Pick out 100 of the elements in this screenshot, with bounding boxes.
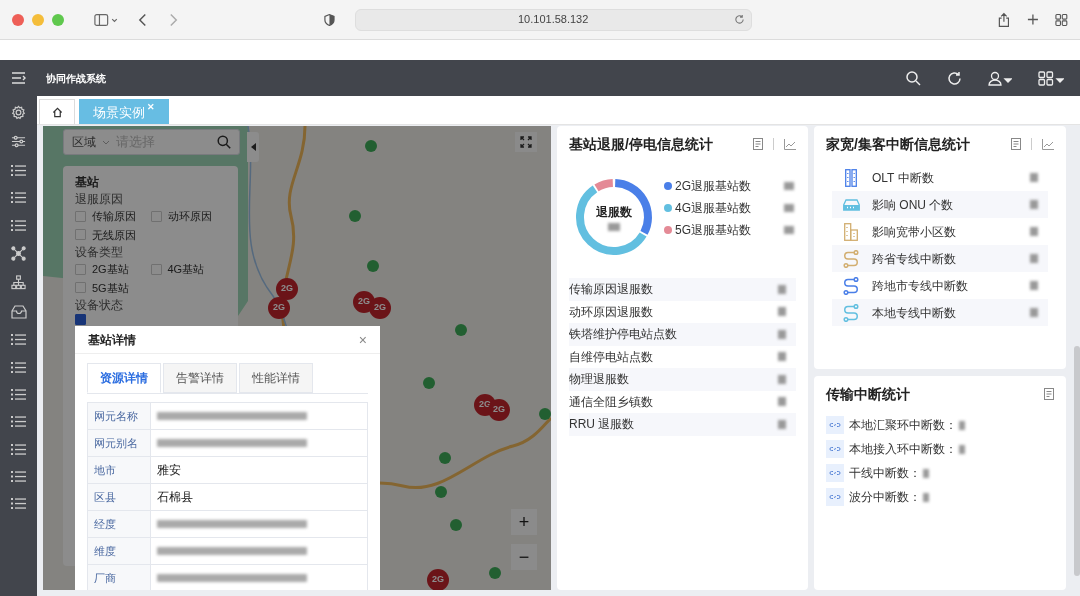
stat-label: 影响 ONU 个数 bbox=[872, 196, 954, 214]
fullscreen-button[interactable] bbox=[515, 132, 537, 152]
dialog-tab[interactable]: 资源详情 bbox=[87, 363, 161, 393]
document-icon[interactable] bbox=[753, 138, 763, 150]
tab-overview-icon[interactable] bbox=[1055, 12, 1068, 27]
home-tab[interactable] bbox=[39, 99, 75, 124]
hierarchy-icon[interactable] bbox=[11, 275, 26, 291]
list-icon[interactable] bbox=[11, 191, 26, 205]
detail-label: 维度 bbox=[88, 538, 151, 564]
sliders-icon[interactable] bbox=[11, 134, 26, 150]
redacted-value bbox=[778, 374, 786, 384]
document-icon[interactable] bbox=[1044, 388, 1054, 400]
redacted-value bbox=[1030, 227, 1038, 236]
legend-label: 5G退服基站数 bbox=[675, 222, 751, 239]
stat-label: 跨省专线中断数 bbox=[872, 250, 956, 268]
search-icon[interactable] bbox=[217, 135, 231, 149]
app-title: 协同作战系统 bbox=[46, 71, 106, 86]
redacted-value bbox=[1030, 308, 1038, 317]
sidebar-toggle-icon[interactable] bbox=[94, 12, 118, 27]
share-icon[interactable] bbox=[997, 11, 1010, 28]
list-icon[interactable] bbox=[11, 218, 26, 232]
filter-group-title: 设备类型 bbox=[75, 244, 124, 261]
dialog-tab[interactable]: 告警详情 bbox=[163, 363, 237, 393]
redacted-value bbox=[784, 182, 794, 190]
filter-checkbox[interactable]: 4G基站 bbox=[150, 261, 226, 278]
close-button[interactable]: × bbox=[358, 332, 367, 347]
redacted-value bbox=[1030, 281, 1038, 290]
chevron-down-icon bbox=[102, 139, 110, 145]
redacted-value bbox=[923, 468, 929, 478]
list-icon[interactable] bbox=[11, 470, 26, 484]
map-marker[interactable]: 2G bbox=[276, 278, 298, 300]
home-icon bbox=[51, 106, 63, 118]
stat-label: 波分中断数： bbox=[849, 489, 921, 506]
dialog-tab[interactable]: 性能详情 bbox=[239, 363, 313, 393]
redacted-value bbox=[778, 419, 786, 429]
filter-checkbox[interactable]: 无线原因 bbox=[75, 226, 151, 243]
card-title: 传输中断统计 bbox=[826, 384, 910, 404]
filter-group-title: 退服原因 bbox=[75, 191, 124, 208]
list-icon[interactable] bbox=[11, 163, 26, 177]
list-icon[interactable] bbox=[11, 442, 26, 456]
new-tab-icon[interactable] bbox=[1027, 13, 1040, 26]
stat-label: 本地汇聚环中断数： bbox=[849, 417, 957, 434]
network-icon[interactable] bbox=[11, 245, 26, 261]
list-icon[interactable] bbox=[11, 333, 26, 347]
caret-left-icon bbox=[250, 143, 256, 151]
settings-icon[interactable] bbox=[11, 105, 26, 120]
redacted-value bbox=[778, 352, 786, 362]
shield-icon bbox=[323, 12, 335, 27]
redacted-value bbox=[959, 420, 965, 430]
stat-label: 铁塔维护停电站点数 bbox=[569, 326, 677, 344]
menu-icon[interactable] bbox=[11, 72, 26, 84]
map-marker[interactable]: 2G bbox=[369, 297, 391, 319]
list-icon[interactable] bbox=[11, 387, 26, 401]
redacted-value bbox=[923, 492, 929, 502]
detail-label: 地市 bbox=[88, 457, 151, 483]
checkbox[interactable] bbox=[75, 314, 86, 325]
stat-label: 本地专线中断数 bbox=[872, 304, 956, 322]
apps-menu-icon[interactable] bbox=[1038, 70, 1064, 86]
redacted-value bbox=[1030, 173, 1038, 182]
redacted-value bbox=[608, 223, 620, 231]
zoom-out-button[interactable]: − bbox=[511, 544, 537, 570]
stat-label: 传输原因退服数 bbox=[569, 281, 653, 299]
line-chart-icon[interactable] bbox=[1042, 138, 1054, 150]
scrollbar[interactable] bbox=[1074, 346, 1080, 576]
search-icon[interactable] bbox=[906, 70, 921, 86]
detail-label: 经度 bbox=[88, 511, 151, 537]
stat-label: 干线中断数： bbox=[849, 465, 921, 482]
fullscreen-icon bbox=[520, 136, 532, 148]
link-icon bbox=[826, 416, 844, 434]
redacted-value bbox=[778, 397, 786, 407]
filter-group-title: 设备状态 bbox=[75, 297, 124, 314]
zoom-in-button[interactable]: + bbox=[511, 509, 537, 535]
detail-label: 厂商 bbox=[88, 565, 151, 590]
document-icon[interactable] bbox=[1011, 138, 1021, 150]
back-icon[interactable] bbox=[137, 12, 147, 27]
filter-checkbox[interactable]: 5G基站 bbox=[75, 279, 151, 296]
user-menu-icon[interactable] bbox=[988, 70, 1012, 86]
refresh-icon[interactable] bbox=[947, 70, 962, 86]
filter-checkbox[interactable]: 传输原因 bbox=[75, 208, 151, 225]
filter-checkbox[interactable]: 2G基站 bbox=[75, 261, 151, 278]
stat-label: 自维停电站点数 bbox=[569, 348, 653, 366]
tray-icon[interactable] bbox=[10, 304, 27, 319]
address-bar[interactable]: 10.101.58.132 bbox=[354, 8, 752, 31]
stat-label: RRU 退服数 bbox=[569, 416, 635, 434]
list-icon[interactable] bbox=[11, 497, 26, 511]
reload-icon[interactable] bbox=[733, 14, 745, 25]
donut-label: 退服数 bbox=[596, 204, 632, 221]
collapse-panel-button[interactable] bbox=[247, 132, 259, 162]
map-marker[interactable]: 2G bbox=[268, 297, 290, 319]
stat-label: 物理退服数 bbox=[569, 371, 629, 389]
filter-checkbox[interactable]: 动环原因 bbox=[150, 208, 226, 225]
detail-label: 网元名称 bbox=[88, 403, 151, 429]
legend-label: 2G退服基站数 bbox=[675, 178, 751, 195]
list-icon[interactable] bbox=[11, 360, 26, 374]
detail-label: 区县 bbox=[88, 484, 151, 510]
map-marker[interactable]: 2G bbox=[427, 569, 449, 590]
link-icon bbox=[826, 488, 844, 506]
redacted-value bbox=[784, 226, 794, 234]
list-icon[interactable] bbox=[11, 415, 26, 429]
line-chart-icon[interactable] bbox=[784, 138, 796, 150]
